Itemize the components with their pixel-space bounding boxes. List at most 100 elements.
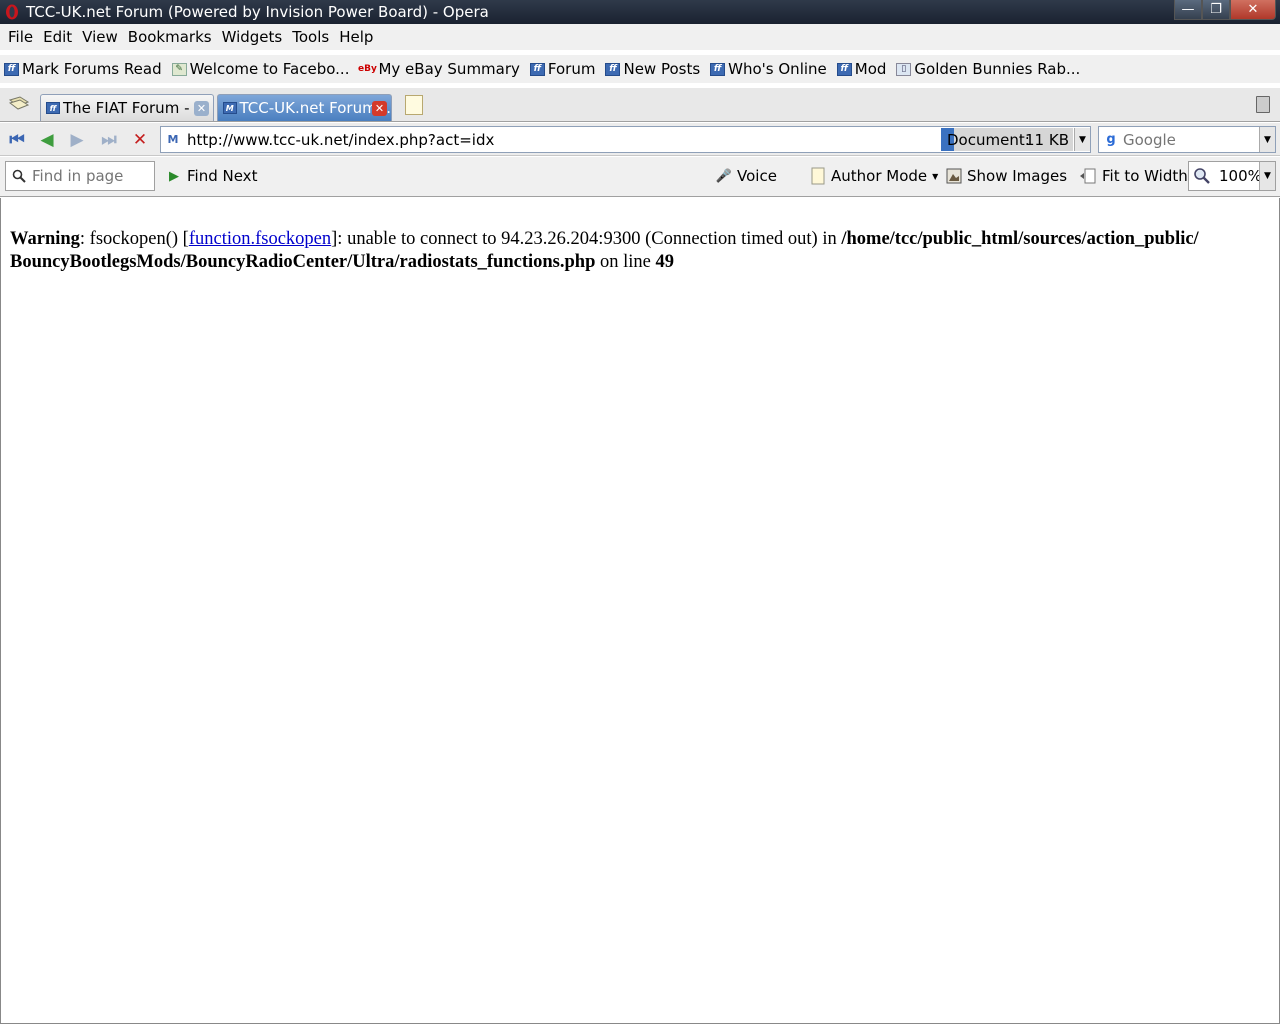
warning-text: ]: unable to connect to 94.23.26.204:930… <box>331 229 842 249</box>
tab-bar: ff The FIAT Forum - ... ✕ M TCC-UK.net F… <box>0 88 1280 122</box>
forum-icon: ff <box>4 62 19 76</box>
document-size: 11 KB <box>1025 130 1069 149</box>
menu-help[interactable]: Help <box>334 28 378 46</box>
line-number: 49 <box>655 252 675 272</box>
close-tab-icon[interactable]: ✕ <box>194 101 209 116</box>
microphone-icon: 🎤 <box>715 168 733 184</box>
function-link[interactable]: function.fsockopen <box>189 229 331 249</box>
forum-icon: ff <box>605 62 621 76</box>
find-next-label: Find Next <box>187 167 258 185</box>
facebook-icon: ✎ <box>171 62 187 76</box>
google-icon: g <box>1106 132 1116 147</box>
warning-text: : fsockopen() [ <box>79 229 189 249</box>
bookmark-mod[interactable]: ff Mod <box>836 60 887 78</box>
fit-to-width-button[interactable]: Fit to Width <box>1079 165 1188 187</box>
zoom-control[interactable]: 100% ▼ <box>1188 161 1276 191</box>
forum-icon: ff <box>836 62 852 76</box>
forum-icon: ff <box>710 62 726 76</box>
fit-to-width-label: Fit to Width <box>1102 167 1188 185</box>
bookmarks-bar: ff Mark Forums Read ✎ Welcome to Facebo.… <box>0 55 1280 83</box>
play-icon: ▶ <box>169 168 179 184</box>
find-input[interactable] <box>32 167 152 185</box>
maximize-button[interactable]: ❐ <box>1202 0 1230 20</box>
page-icon: ▯ <box>896 62 912 76</box>
chevron-down-icon: ▼ <box>932 171 939 181</box>
forum-icon: M <box>223 102 237 114</box>
forward-icon[interactable]: ▶ <box>65 130 89 150</box>
progress-bar: Document: 11 KB <box>941 128 1073 151</box>
bookmark-new-posts[interactable]: ff New Posts <box>605 60 700 78</box>
tab-fiat-forum[interactable]: ff The FIAT Forum - ... ✕ <box>40 94 214 121</box>
menu-file[interactable]: File <box>3 28 38 46</box>
navigation-bar: ⏮ ◀ ▶ ⏭ ✕ M http://www.tcc-uk.net/index.… <box>0 123 1280 156</box>
author-mode-button[interactable]: Author Mode ▼ <box>810 165 938 187</box>
image-icon <box>946 167 962 185</box>
minimize-button[interactable]: — <box>1174 0 1202 20</box>
bookmark-label: Mod <box>854 60 887 78</box>
title-bar: TCC-UK.net Forum (Powered by Invision Po… <box>0 0 1280 24</box>
menu-bar: File Edit View Bookmarks Widgets Tools H… <box>0 24 1280 50</box>
warning-text: on line <box>595 252 656 272</box>
author-mode-label: Author Mode <box>831 167 928 185</box>
show-images-label: Show Images <box>967 167 1068 185</box>
window-controls: — ❐ ✕ <box>1174 0 1276 20</box>
close-tab-icon[interactable]: ✕ <box>372 101 387 116</box>
new-tab-icon[interactable] <box>405 95 423 115</box>
close-window-button[interactable]: ✕ <box>1230 0 1276 20</box>
warning-label: Warning <box>10 229 80 249</box>
bookmark-facebook[interactable]: ✎ Welcome to Facebo... <box>171 60 350 78</box>
closed-tabs-icon[interactable] <box>8 96 30 114</box>
menu-widgets[interactable]: Widgets <box>217 28 288 46</box>
menu-bookmarks[interactable]: Bookmarks <box>123 28 217 46</box>
voice-label: Voice <box>737 167 777 185</box>
opera-logo-icon <box>4 3 20 21</box>
page-content: Warning: fsockopen() [function.fsockopen… <box>0 198 1280 1024</box>
bookmark-ebay[interactable]: eBy My eBay Summary <box>358 60 520 78</box>
search-icon <box>11 168 27 184</box>
window-title: TCC-UK.net Forum (Powered by Invision Po… <box>26 3 489 21</box>
rewind-icon[interactable]: ⏮ <box>5 130 29 150</box>
zoom-dropdown-icon[interactable]: ▼ <box>1259 162 1275 190</box>
search-engine-dropdown-icon[interactable]: ▼ <box>1259 127 1275 152</box>
address-field[interactable]: M http://www.tcc-uk.net/index.php?act=id… <box>160 126 1091 153</box>
fast-forward-icon[interactable]: ⏭ <box>97 130 121 150</box>
address-dropdown-icon[interactable]: ▼ <box>1074 128 1090 151</box>
bookmark-label: Welcome to Facebo... <box>189 60 350 78</box>
menu-edit[interactable]: Edit <box>38 28 77 46</box>
url-text[interactable]: http://www.tcc-uk.net/index.php?act=idx <box>187 131 494 149</box>
tab-tcc-uk-forum[interactable]: M TCC-UK.net Forum... ✕ <box>217 94 392 121</box>
bookmark-whos-online[interactable]: ff Who's Online <box>710 60 827 78</box>
ebay-icon: eBy <box>358 64 377 74</box>
back-icon[interactable]: ◀ <box>35 130 59 150</box>
bookmark-label: Forum <box>547 60 596 78</box>
trash-icon[interactable] <box>1256 96 1270 113</box>
zoom-value: 100% <box>1219 167 1262 185</box>
progress-label: Document: <box>947 130 1030 149</box>
view-bar: ▶ Find Next 🎤 Voice Author Mode ▼ Show I… <box>0 157 1280 197</box>
bookmark-label: Golden Bunnies Rab... <box>914 60 1081 78</box>
site-icon: M <box>167 133 179 146</box>
bookmark-label: Mark Forums Read <box>22 60 162 78</box>
find-in-page-field[interactable] <box>5 161 155 191</box>
bookmark-label: New Posts <box>623 60 701 78</box>
bookmark-golden-bunnies[interactable]: ▯ Golden Bunnies Rab... <box>896 60 1080 78</box>
tab-label: TCC-UK.net Forum... <box>239 99 391 117</box>
forum-icon: ff <box>529 62 545 76</box>
voice-button[interactable]: 🎤 Voice <box>716 165 777 187</box>
stop-icon[interactable]: ✕ <box>128 130 152 150</box>
bookmark-label: My eBay Summary <box>378 60 520 78</box>
bookmark-forum[interactable]: ff Forum <box>529 60 596 78</box>
php-warning-message: Warning: fsockopen() [function.fsockopen… <box>10 228 1275 274</box>
menu-tools[interactable]: Tools <box>287 28 334 46</box>
tab-label: The FIAT Forum - ... <box>63 99 209 117</box>
show-images-button[interactable]: Show Images <box>946 165 1067 187</box>
find-next-button[interactable]: ▶ Find Next <box>166 165 257 187</box>
zoom-icon <box>1191 165 1213 187</box>
bookmark-label: Who's Online <box>728 60 827 78</box>
search-input[interactable] <box>1123 130 1253 149</box>
menu-view[interactable]: View <box>77 28 123 46</box>
bookmark-mark-forums-read[interactable]: ff Mark Forums Read <box>4 60 162 78</box>
forum-icon: ff <box>46 102 60 114</box>
document-icon <box>810 167 826 185</box>
search-field[interactable]: g ▼ <box>1098 126 1276 153</box>
